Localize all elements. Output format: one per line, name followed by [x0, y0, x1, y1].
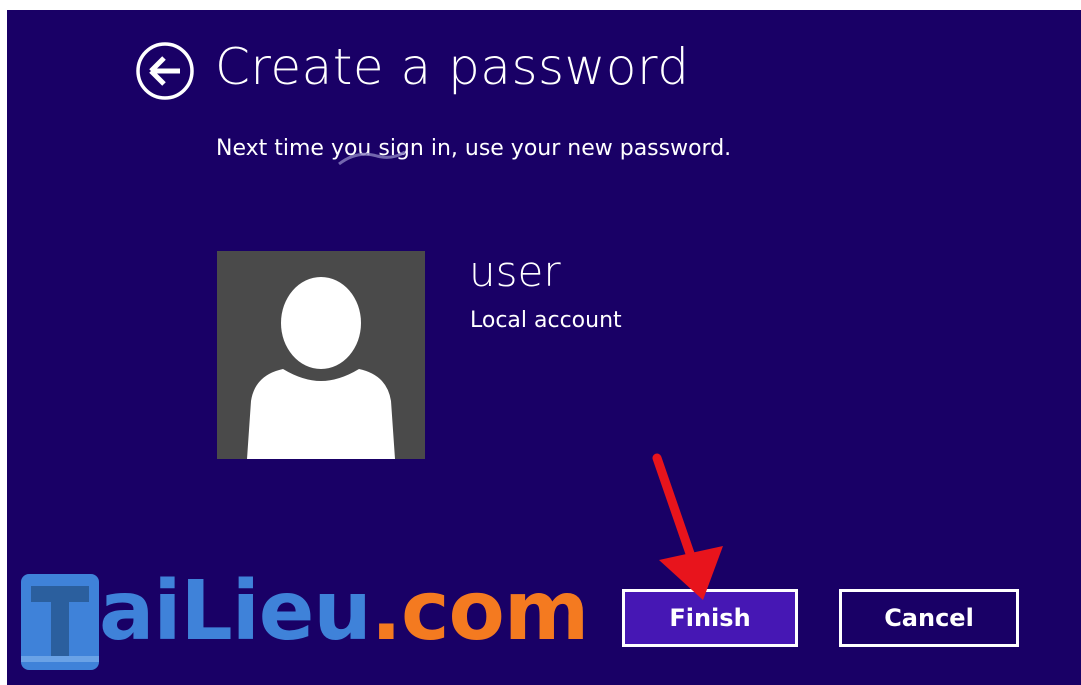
watermark-brand-part2: .com — [370, 564, 590, 659]
back-button[interactable] — [135, 41, 195, 101]
finish-button[interactable]: Finish — [622, 589, 798, 647]
account-username: user — [469, 247, 561, 296]
create-password-dialog: Create a password Next time you sign in,… — [7, 10, 1081, 685]
back-arrow-circle-icon — [136, 42, 194, 100]
account-type: Local account — [470, 308, 622, 333]
watermark-text: aiLieu.com — [99, 564, 590, 659]
page-subtitle: Next time you sign in, use your new pass… — [216, 136, 732, 161]
cancel-button[interactable]: Cancel — [839, 589, 1019, 647]
watermark-brand-part1: aiLieu — [99, 564, 372, 659]
user-silhouette-icon — [247, 277, 395, 459]
red-pointer-arrow-icon — [652, 453, 723, 600]
page-title: Create a password — [215, 38, 690, 96]
tailieu-logo-icon — [21, 574, 99, 670]
avatar — [217, 251, 425, 459]
watermark: aiLieu.com — [17, 564, 617, 680]
watermark-swoosh — [338, 150, 406, 166]
